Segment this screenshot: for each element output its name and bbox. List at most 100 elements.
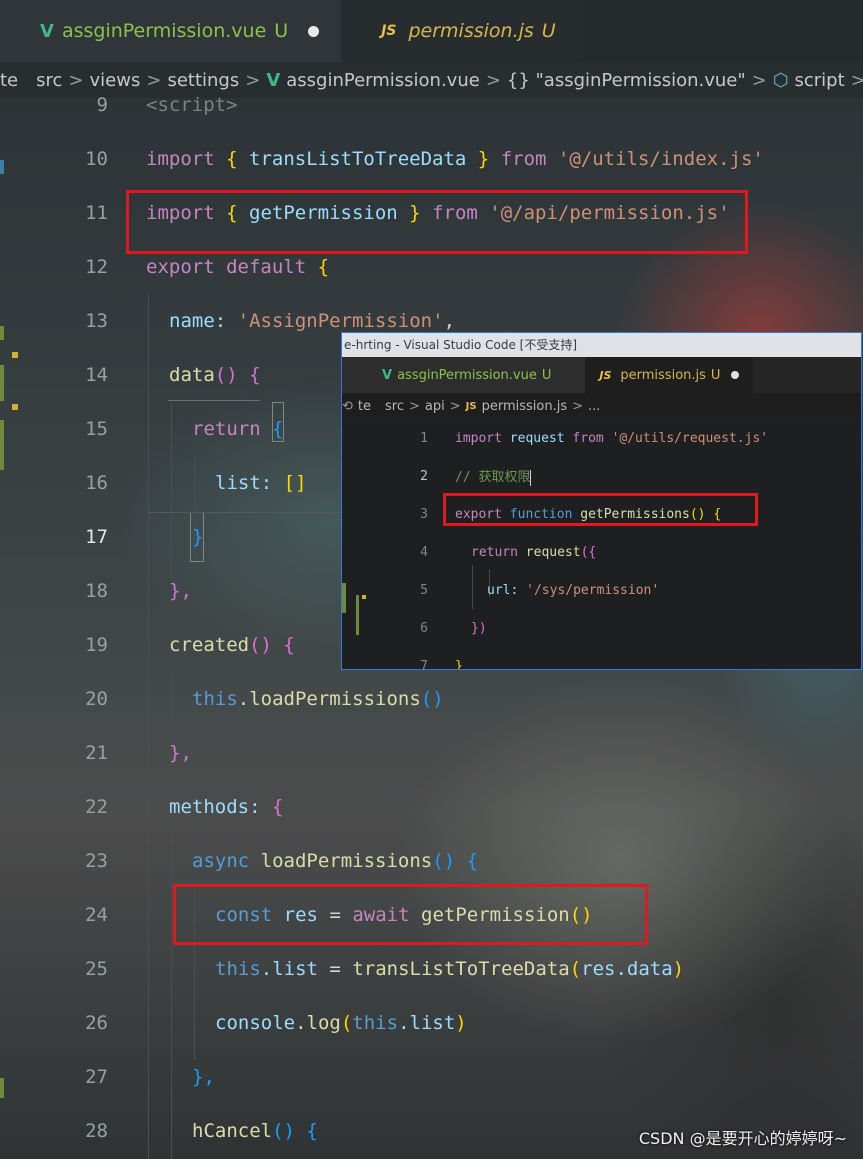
code-token: { [283, 634, 295, 656]
vue-icon: V [40, 20, 54, 42]
code-token: .list [398, 1012, 456, 1034]
code-token: { [226, 148, 238, 170]
code-token: = [329, 958, 341, 980]
code-token: }, [169, 580, 192, 602]
chevron-right-icon: > [572, 398, 584, 414]
code-token: } [192, 526, 204, 548]
code-token: res.data [581, 958, 673, 980]
line-number: 14 [85, 364, 108, 386]
code-token: () [420, 688, 444, 710]
code-token: transListToTreeData [352, 958, 570, 980]
breadcrumb-item-src[interactable]: src [385, 399, 404, 414]
vue-icon: V [382, 367, 393, 383]
unsaved-dot-icon[interactable] [308, 25, 320, 37]
code-token: } [477, 148, 490, 170]
code-token: this [352, 1012, 399, 1034]
chevron-right-icon: > [449, 398, 461, 414]
tab-assginpermission-vue[interactable]: V assginPermission.vue U [0, 0, 342, 62]
code-token: () [432, 850, 456, 872]
js-icon: JS [465, 400, 477, 412]
code-token: }) [471, 620, 487, 636]
overlay-editor-window: e-hrting - Visual Studio Code [不受支持] V a… [341, 332, 862, 670]
line-number: 3 [420, 506, 428, 522]
line-number: 9 [96, 94, 108, 116]
code-token: { [306, 1120, 318, 1142]
tab-permission-js[interactable]: JS permission.js U [341, 0, 580, 62]
line-number: 22 [85, 796, 108, 818]
code-line: 4 return request({ [342, 533, 861, 571]
line-number: 19 [85, 634, 108, 656]
line-number: 15 [85, 418, 108, 440]
window-title: e-hrting - Visual Studio Code [不受支持] [342, 333, 861, 357]
code-token: { [317, 256, 330, 278]
line-number: 26 [85, 1012, 108, 1034]
code-token: () [214, 364, 238, 386]
code-token: { [249, 364, 261, 386]
line-number: 27 [85, 1066, 108, 1088]
text-cursor [530, 469, 532, 486]
watermark: CSDN @是要开心的婷婷呀~ [638, 1129, 847, 1148]
code-token: created [169, 634, 250, 656]
untracked-badge: U [541, 367, 552, 383]
line-number: 7 [420, 658, 428, 670]
breadcrumb-item-file[interactable]: permission.js [482, 399, 568, 414]
code-line: 6 }) [342, 609, 861, 647]
line-number: 21 [85, 742, 108, 764]
line-number: 2 [420, 468, 428, 484]
code-token: , [443, 310, 456, 332]
code-token: () [272, 1120, 295, 1142]
code-token: return [192, 418, 261, 440]
unsaved-dot-icon[interactable] [731, 371, 740, 379]
tab-permission-js[interactable]: JS permission.js U [585, 357, 754, 393]
tab-label: permission.js [408, 20, 534, 42]
line-number: 18 [85, 580, 108, 602]
breadcrumb-item-api[interactable]: api [425, 399, 445, 414]
code-token: hCancel [192, 1120, 273, 1142]
js-icon: JS [599, 368, 612, 382]
code-token: name: [169, 310, 227, 332]
code-token: this [215, 958, 261, 980]
code-token: default [226, 256, 307, 278]
code-token: loadPermissions [260, 850, 433, 872]
line-number: 16 [85, 472, 108, 494]
untracked-badge: U [710, 367, 721, 383]
code-token: list: [215, 472, 273, 494]
line-number: 1 [420, 430, 428, 446]
code-token: export [146, 256, 215, 278]
overlay-breadcrumb: ⟲ te src > api > JS permission.js > ... [342, 393, 861, 419]
code-line: 20 this.loadPermissions() [0, 672, 863, 726]
line-number: 28 [85, 1120, 108, 1142]
editor-tab-bar: V assginPermission.vue U JS permission.j… [0, 0, 863, 62]
code-token: '@/utils/index.js' [557, 148, 764, 170]
tab-label: assginPermission.vue [61, 20, 267, 42]
code-token: return [471, 544, 518, 560]
code-token: .list [260, 958, 318, 980]
tab-label: permission.js [620, 367, 706, 383]
code-token: methods: [169, 796, 261, 818]
code-line: 2 // 获取权限 [342, 457, 861, 495]
code-token: 'AssignPermission' [237, 310, 444, 332]
code-token: <script> [146, 94, 238, 116]
js-icon: JS [381, 23, 397, 39]
code-line: 23 async loadPermissions() { [0, 834, 863, 888]
breadcrumb-item-more[interactable]: ... [588, 399, 600, 414]
code-token: '@/utils/request.js' [611, 430, 769, 446]
tab-label: assginPermission.vue [397, 367, 537, 383]
code-token: this [192, 688, 238, 710]
line-number: 20 [85, 688, 108, 710]
code-token: from [500, 148, 547, 170]
overlay-tab-bar: V assginPermission.vue U JS permission.j… [342, 357, 861, 393]
code-token: request [525, 544, 581, 560]
tab-assginpermission-vue[interactable]: V assginPermission.vue U [342, 357, 586, 393]
breadcrumb-partial: te [357, 398, 372, 414]
code-token: console [215, 1012, 296, 1034]
code-line: 1 import request from '@/utils/request.j… [342, 419, 861, 457]
code-token: }, [169, 742, 192, 764]
line-number: 24 [85, 904, 108, 926]
code-token: import [146, 148, 215, 170]
code-line: 7 } [342, 647, 861, 670]
line-number: 6 [420, 620, 428, 636]
code-line: 9 <script> [0, 78, 863, 132]
highlight-box-import [126, 190, 748, 254]
code-token: { [272, 418, 284, 440]
